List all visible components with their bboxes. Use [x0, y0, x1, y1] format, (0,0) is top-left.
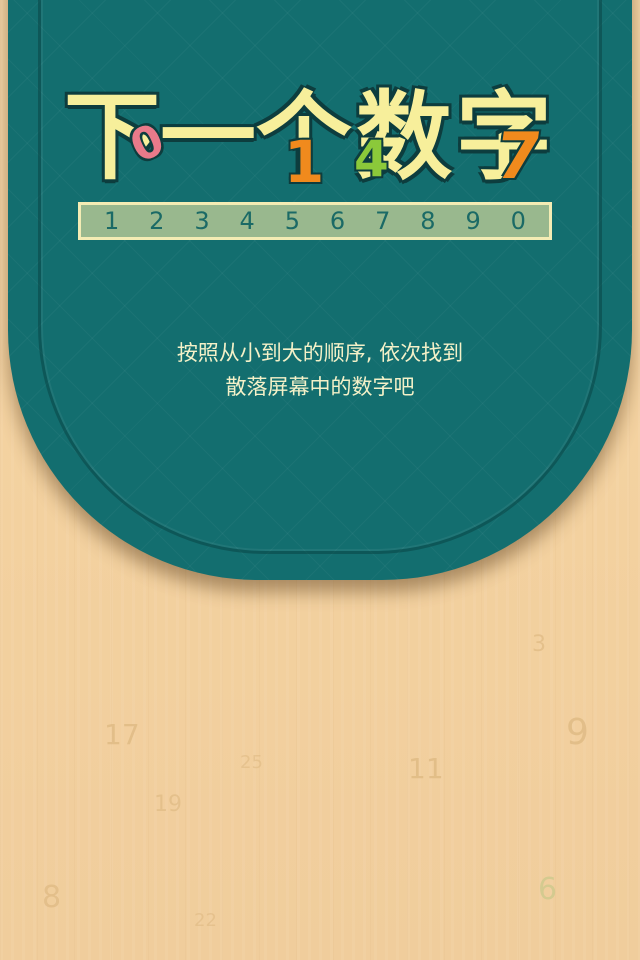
- digit: 0: [510, 207, 526, 235]
- digit: 8: [420, 207, 436, 235]
- digit: 9: [465, 207, 481, 235]
- title-char-2: 一: [160, 81, 256, 193]
- board-number-11[interactable]: 11: [408, 752, 444, 785]
- title-accent-1: 1: [284, 128, 325, 196]
- board-number-25[interactable]: 25: [240, 752, 263, 773]
- digit: 7: [375, 207, 391, 235]
- digit-strip: 1 2 3 4 5 6 7 8 9 0: [78, 202, 552, 240]
- game-title: 下 一 个 数 字 0 1 4 7: [64, 81, 564, 196]
- board-number-17[interactable]: 17: [104, 718, 140, 751]
- board-number-22[interactable]: 22: [194, 910, 217, 931]
- digit: 3: [194, 207, 210, 235]
- board-number-19[interactable]: 19: [154, 792, 182, 817]
- digit: 5: [284, 207, 300, 235]
- digit: 6: [329, 207, 346, 235]
- digit: 2: [149, 207, 165, 235]
- digit: 4: [239, 207, 255, 235]
- board-number-6[interactable]: 6: [538, 872, 557, 907]
- board-number-9[interactable]: 9: [566, 712, 589, 753]
- board-number-3[interactable]: 3: [532, 632, 546, 657]
- digit: 1: [103, 207, 120, 235]
- instructions: 按照从小到大的顺序, 依次找到 散落屏幕中的数字吧: [0, 336, 640, 404]
- board-number-8[interactable]: 8: [42, 880, 61, 915]
- instruction-line-1: 按照从小到大的顺序, 依次找到: [176, 341, 464, 365]
- instruction-line-2: 散落屏幕中的数字吧: [225, 375, 415, 399]
- title-accent-4: 4: [354, 130, 389, 188]
